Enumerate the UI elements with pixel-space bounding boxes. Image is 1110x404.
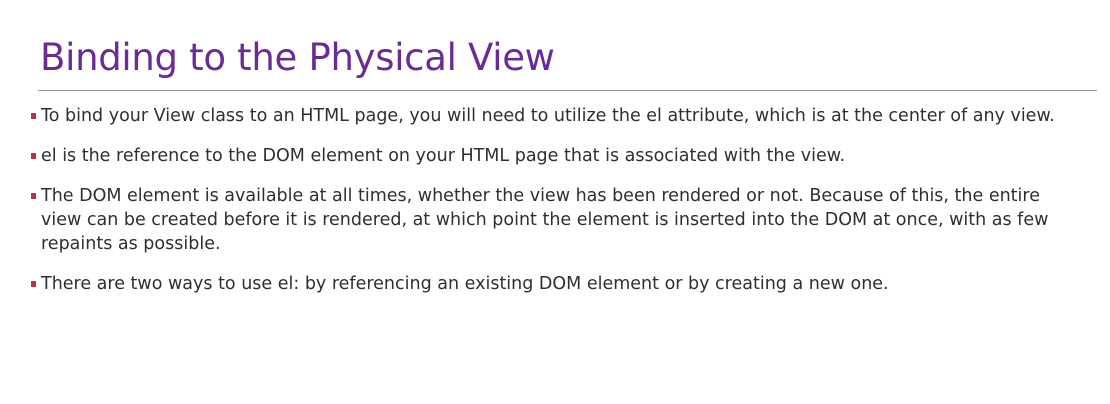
bullet-text: The DOM element is available at all time… — [41, 186, 1049, 254]
bullet-item: The DOM element is available at all time… — [30, 184, 1080, 256]
bullet-text: To bind your View class to an HTML page,… — [41, 106, 1055, 126]
square-bullet-icon — [31, 281, 36, 287]
slide-title: Binding to the Physical View — [40, 36, 555, 79]
bullet-item: To bind your View class to an HTML page,… — [30, 104, 1080, 128]
square-bullet-icon — [31, 153, 36, 159]
square-bullet-icon — [31, 193, 36, 199]
square-bullet-icon — [31, 113, 36, 119]
bullet-item: el is the reference to the DOM element o… — [30, 144, 1080, 168]
bullet-item: There are two ways to use el: by referen… — [30, 272, 1080, 296]
bullet-list: To bind your View class to an HTML page,… — [30, 104, 1080, 312]
bullet-text: el is the reference to the DOM element o… — [41, 146, 846, 166]
slide: Binding to the Physical View To bind you… — [0, 0, 1110, 404]
bullet-text: There are two ways to use el: by referen… — [41, 274, 889, 294]
title-divider — [38, 90, 1097, 91]
